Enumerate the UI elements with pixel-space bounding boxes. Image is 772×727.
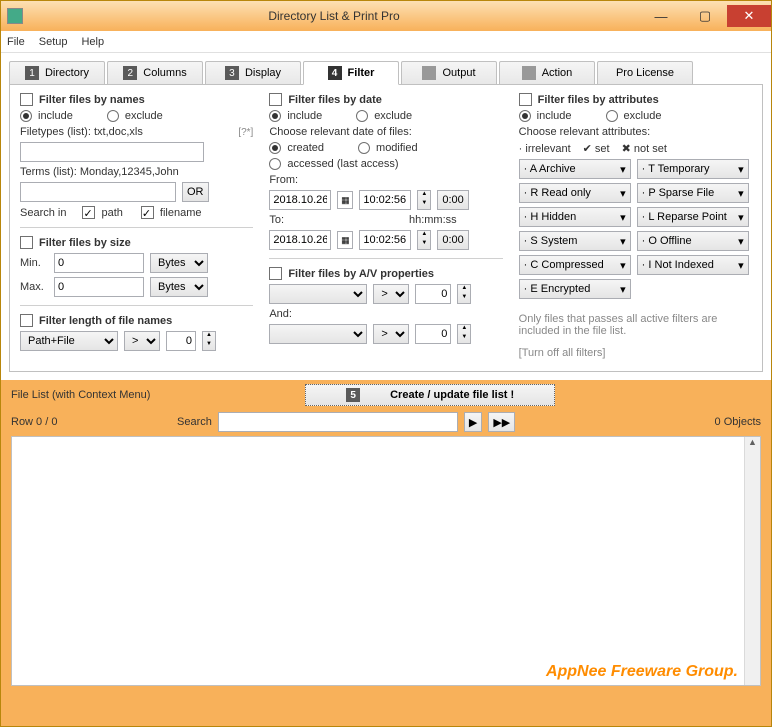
minimize-button[interactable]: — bbox=[639, 5, 683, 27]
input-av-val2[interactable] bbox=[415, 324, 451, 344]
radio-names-exclude[interactable] bbox=[107, 110, 119, 122]
input-to-date[interactable] bbox=[269, 230, 331, 250]
attr-temporary[interactable]: T Temporary▾ bbox=[637, 159, 749, 179]
attr-system[interactable]: S System▾ bbox=[519, 231, 631, 251]
filelist-label: File List (with Context Menu) bbox=[11, 389, 150, 401]
create-update-button[interactable]: 5 Create / update file list ! bbox=[305, 384, 555, 406]
search-next-button[interactable]: ▶ bbox=[464, 412, 482, 432]
radio-attr-exclude[interactable] bbox=[606, 110, 618, 122]
spinner-av1[interactable]: ▲▼ bbox=[457, 284, 471, 304]
input-from-date[interactable] bbox=[269, 190, 331, 210]
select-length-op[interactable]: > bbox=[124, 331, 160, 351]
attr-sparse[interactable]: P Sparse File▾ bbox=[637, 183, 749, 203]
input-min-size[interactable] bbox=[54, 253, 144, 273]
select-av-prop2[interactable] bbox=[269, 324, 367, 344]
select-av-prop1[interactable] bbox=[269, 284, 367, 304]
attr-hidden[interactable]: H Hidden▾ bbox=[519, 207, 631, 227]
objects-count: 0 Objects bbox=[715, 416, 761, 428]
calendar-icon[interactable]: ▦ bbox=[337, 191, 353, 209]
attr-readonly[interactable]: R Read only▾ bbox=[519, 183, 631, 203]
select-max-unit[interactable]: Bytes bbox=[150, 277, 208, 297]
menu-setup[interactable]: Setup bbox=[39, 36, 68, 48]
input-from-time[interactable] bbox=[359, 190, 411, 210]
input-terms[interactable] bbox=[20, 182, 176, 202]
input-length-value[interactable] bbox=[166, 331, 196, 351]
menu-help[interactable]: Help bbox=[81, 36, 104, 48]
attr-reparse[interactable]: L Reparse Point▾ bbox=[637, 207, 749, 227]
tab-filter[interactable]: 4Filter bbox=[303, 61, 399, 85]
radio-accessed[interactable] bbox=[269, 158, 281, 170]
radio-names-include[interactable] bbox=[20, 110, 32, 122]
checkbox-filter-size[interactable] bbox=[20, 236, 33, 249]
spinner-av2[interactable]: ▲▼ bbox=[457, 324, 471, 344]
calendar-icon[interactable]: ▦ bbox=[337, 231, 353, 249]
scrollbar[interactable]: ▲ bbox=[744, 437, 760, 685]
select-av-op1[interactable]: > bbox=[373, 284, 409, 304]
turnoff-filters-link[interactable]: [Turn off all filters] bbox=[519, 347, 752, 359]
checkbox-filter-attr[interactable] bbox=[519, 93, 532, 106]
tab-columns[interactable]: 2Columns bbox=[107, 61, 203, 85]
radio-attr-include[interactable] bbox=[519, 110, 531, 122]
input-max-size[interactable] bbox=[54, 277, 144, 297]
checkbox-filter-date[interactable] bbox=[269, 93, 282, 106]
filter-note: Only files that passes all active filter… bbox=[519, 313, 752, 337]
input-filetypes[interactable] bbox=[20, 142, 204, 162]
input-av-val1[interactable] bbox=[415, 284, 451, 304]
window-title: Directory List & Print Pro bbox=[29, 9, 639, 23]
checkbox-path[interactable]: ✓ bbox=[82, 206, 95, 219]
input-to-time[interactable] bbox=[359, 230, 411, 250]
select-min-unit[interactable]: Bytes bbox=[150, 253, 208, 273]
attr-offline[interactable]: O Offline▾ bbox=[637, 231, 749, 251]
attr-archive[interactable]: A Archive▾ bbox=[519, 159, 631, 179]
tab-action[interactable]: Action bbox=[499, 61, 595, 85]
watermark: AppNee Freeware Group. bbox=[546, 663, 738, 681]
tab-directory[interactable]: 1Directory bbox=[9, 61, 105, 85]
btn-from-zero[interactable]: 0:00 bbox=[437, 190, 468, 210]
search-last-button[interactable]: ▶▶ bbox=[488, 412, 515, 432]
radio-date-exclude[interactable] bbox=[356, 110, 368, 122]
select-av-op2[interactable]: > bbox=[373, 324, 409, 344]
scroll-up-icon[interactable]: ▲ bbox=[745, 437, 760, 453]
checkbox-filename[interactable]: ✓ bbox=[141, 206, 154, 219]
tab-output[interactable]: Output bbox=[401, 61, 497, 85]
close-button[interactable]: ✕ bbox=[727, 5, 771, 27]
checkbox-filter-length[interactable] bbox=[20, 314, 33, 327]
tab-pro-license[interactable]: Pro License bbox=[597, 61, 693, 85]
radio-modified[interactable] bbox=[358, 142, 370, 154]
btn-to-zero[interactable]: 0:00 bbox=[437, 230, 468, 250]
checkbox-filter-av[interactable] bbox=[269, 267, 282, 280]
app-icon bbox=[7, 8, 23, 24]
output-icon bbox=[422, 66, 436, 80]
menu-file[interactable]: File bbox=[7, 36, 25, 48]
action-icon bbox=[522, 66, 536, 80]
file-list-area[interactable]: ▲ AppNee Freeware Group. bbox=[11, 436, 761, 686]
row-info: Row 0 / 0 bbox=[11, 416, 171, 428]
maximize-button[interactable]: ▢ bbox=[683, 5, 727, 27]
tab-display[interactable]: 3Display bbox=[205, 61, 301, 85]
radio-created[interactable] bbox=[269, 142, 281, 154]
spinner-to-time[interactable]: ▲▼ bbox=[417, 230, 431, 250]
checkbox-filter-names[interactable] bbox=[20, 93, 33, 106]
search-input[interactable] bbox=[218, 412, 458, 432]
radio-date-include[interactable] bbox=[269, 110, 281, 122]
attr-notindexed[interactable]: I Not Indexed▾ bbox=[637, 255, 749, 275]
or-button[interactable]: OR bbox=[182, 182, 209, 202]
attr-encrypted[interactable]: E Encrypted▾ bbox=[519, 279, 631, 299]
attr-compressed[interactable]: C Compressed▾ bbox=[519, 255, 631, 275]
select-length-mode[interactable]: Path+File bbox=[20, 331, 118, 351]
spinner-length[interactable]: ▲▼ bbox=[202, 331, 216, 351]
spinner-from-time[interactable]: ▲▼ bbox=[417, 190, 431, 210]
